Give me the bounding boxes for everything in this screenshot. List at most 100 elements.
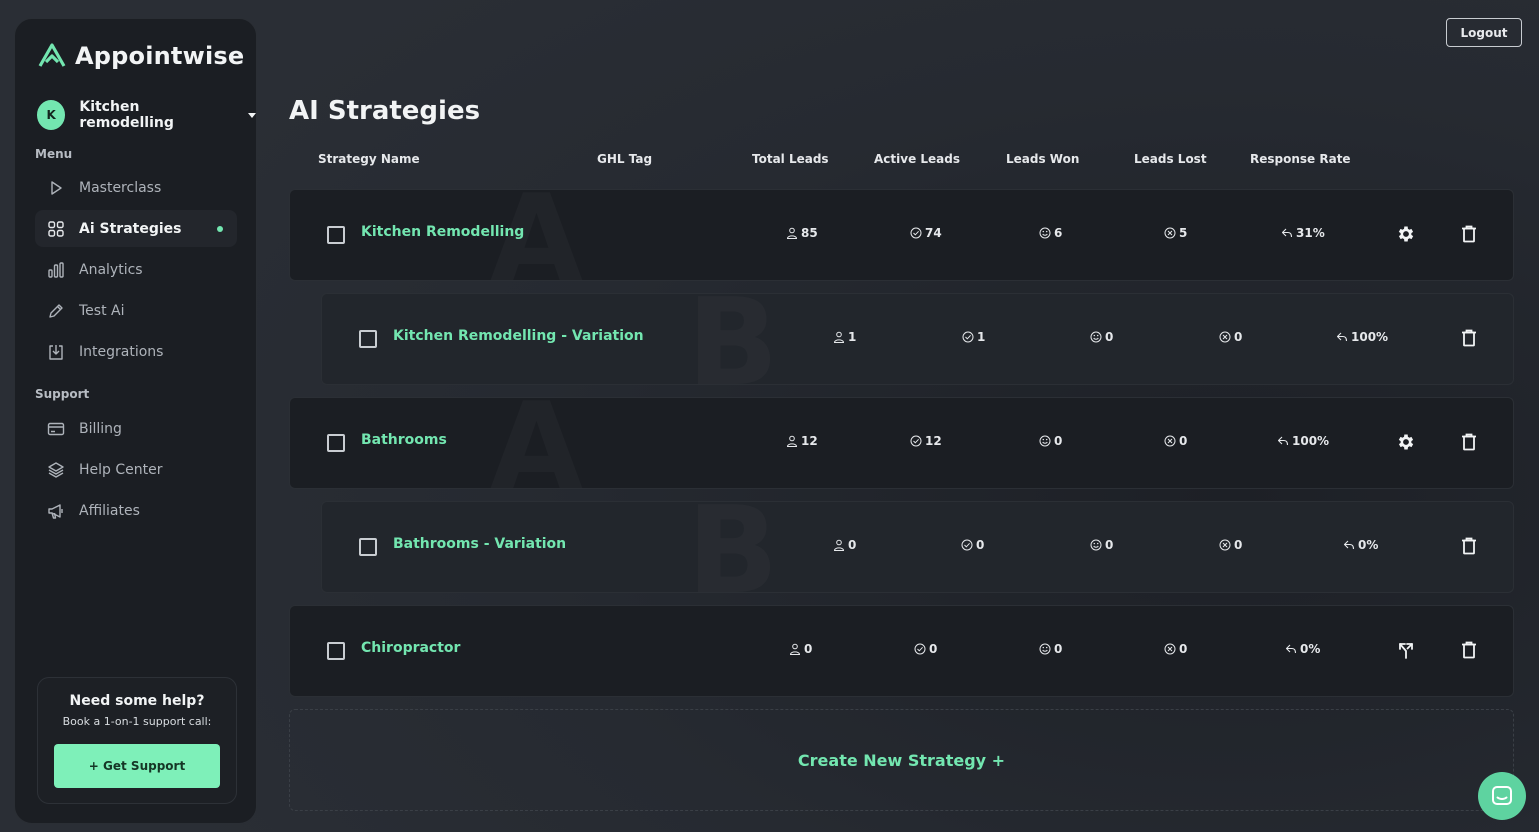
variation-row[interactable]: B Kitchen Remodelling - Variation 1 1 0 … — [321, 293, 1514, 385]
logo[interactable]: Appointwise — [37, 41, 244, 71]
row-checkbox[interactable] — [327, 642, 345, 660]
bar-chart-icon — [48, 261, 64, 278]
response-rate-cell: 31% — [1281, 226, 1325, 240]
sidebar-item-billing[interactable]: Billing — [35, 410, 237, 447]
total-leads-cell: 0 — [789, 642, 812, 656]
active-leads-cell: 74 — [910, 226, 942, 240]
sidebar-item-help-center[interactable]: Help Center — [35, 451, 237, 488]
row-checkbox[interactable] — [327, 226, 345, 244]
active-leads-cell: 0 — [961, 538, 984, 552]
row-checkbox[interactable] — [359, 330, 377, 348]
sidebar-item-masterclass[interactable]: Masterclass — [35, 169, 237, 206]
gear-icon — [1398, 226, 1414, 242]
smile-icon — [1090, 539, 1102, 551]
logo-icon — [38, 43, 66, 67]
leads-lost-cell: 5 — [1164, 226, 1187, 240]
download-icon — [49, 344, 63, 360]
strategy-name-link[interactable]: Kitchen Remodelling — [361, 224, 524, 240]
total-leads-cell: 1 — [833, 330, 856, 344]
strategy-name-link[interactable]: Kitchen Remodelling - Variation — [393, 328, 644, 344]
leads-lost-cell: 0 — [1164, 642, 1187, 656]
response-rate-cell: 0% — [1343, 538, 1378, 552]
delete-button[interactable] — [1458, 535, 1480, 557]
logout-button[interactable]: Logout — [1446, 18, 1522, 47]
strategy-name-link[interactable]: Chiropractor — [361, 640, 460, 656]
column-header-response-rate: Response Rate — [1250, 152, 1351, 166]
reply-icon — [1285, 644, 1297, 654]
settings-button[interactable] — [1395, 223, 1417, 245]
settings-button[interactable] — [1395, 431, 1417, 453]
leads-won-cell: 6 — [1039, 226, 1062, 240]
chevron-down-icon — [248, 112, 256, 118]
variation-row[interactable]: B Bathrooms - Variation 0 0 0 0 0% — [321, 501, 1514, 593]
x-circle-icon — [1164, 643, 1176, 655]
delete-button[interactable] — [1458, 639, 1480, 661]
page-title: AI Strategies — [289, 96, 481, 126]
trash-icon — [1462, 433, 1476, 451]
trash-icon — [1462, 225, 1476, 243]
chat-icon — [1492, 786, 1512, 805]
sidebar-item-ai-strategies[interactable]: Ai Strategies — [35, 210, 237, 247]
split-icon — [1399, 643, 1413, 659]
sidebar-item-affiliates[interactable]: Affiliates — [35, 492, 237, 529]
leads-lost-cell: 0 — [1164, 434, 1187, 448]
create-variation-button[interactable] — [1395, 639, 1417, 661]
strategy-row[interactable]: A Bathrooms 12 12 0 0 100% — [289, 397, 1514, 489]
leads-won-cell: 0 — [1039, 642, 1062, 656]
reply-icon — [1343, 540, 1355, 550]
sidebar-item-integrations[interactable]: Integrations — [35, 333, 237, 370]
pencil-icon — [49, 303, 63, 318]
user-icon — [786, 435, 798, 447]
sidebar-item-label: Help Center — [79, 461, 163, 478]
avatar: K — [37, 100, 66, 130]
strategy-row[interactable]: Chiropractor 0 0 0 0 0% — [289, 605, 1514, 697]
layers-icon — [48, 461, 64, 478]
get-support-button[interactable]: + Get Support — [54, 744, 220, 788]
delete-button[interactable] — [1458, 223, 1480, 245]
credit-card-icon — [47, 422, 65, 435]
user-icon — [789, 643, 801, 655]
reply-icon — [1281, 228, 1293, 238]
leads-won-cell: 0 — [1090, 330, 1113, 344]
sidebar: Appointwise K Kitchen remodelling Menu M… — [14, 18, 257, 824]
strategy-name-link[interactable]: Bathrooms — [361, 432, 447, 448]
delete-button[interactable] — [1458, 431, 1480, 453]
response-rate-cell: 100% — [1277, 434, 1329, 448]
sidebar-item-label: Affiliates — [79, 502, 140, 519]
column-header-active-leads: Active Leads — [874, 152, 961, 166]
total-leads-cell: 12 — [786, 434, 818, 448]
sidebar-item-analytics[interactable]: Analytics — [35, 251, 237, 288]
create-new-strategy-button[interactable]: Create New Strategy + — [289, 709, 1514, 811]
sidebar-item-label: Ai Strategies — [79, 220, 182, 237]
sidebar-item-label: Masterclass — [79, 179, 162, 196]
column-header-ghl-tag: GHL Tag — [597, 152, 653, 166]
strategy-row[interactable]: A Kitchen Remodelling 85 74 6 5 31% — [289, 189, 1514, 281]
leads-lost-cell: 0 — [1219, 330, 1242, 344]
help-card-title: Need some help? — [69, 693, 205, 709]
menu-nav: Masterclass Ai Strategies Analytics Test… — [35, 169, 237, 374]
trash-icon — [1462, 329, 1476, 347]
reply-icon — [1336, 332, 1348, 342]
user-icon — [786, 227, 798, 239]
sidebar-item-label: Integrations — [79, 343, 164, 360]
check-circle-icon — [910, 435, 922, 447]
help-card-subtitle: Book a 1-on-1 support call: — [62, 715, 212, 728]
sidebar-item-label: Analytics — [79, 261, 143, 278]
account-name: Kitchen remodelling — [79, 99, 174, 131]
active-indicator — [217, 225, 223, 232]
row-checkbox[interactable] — [327, 434, 345, 452]
check-circle-icon — [914, 643, 926, 655]
check-circle-icon — [910, 227, 922, 239]
variant-watermark: B — [687, 294, 778, 384]
total-leads-cell: 0 — [833, 538, 856, 552]
app-name: Appointwise — [75, 42, 245, 70]
delete-button[interactable] — [1458, 327, 1480, 349]
sidebar-item-test-ai[interactable]: Test Ai — [35, 292, 237, 329]
row-checkbox[interactable] — [359, 538, 377, 556]
sidebar-item-label: Billing — [79, 420, 122, 437]
chat-launcher-button[interactable] — [1478, 772, 1526, 820]
account-switcher[interactable]: K Kitchen remodelling — [37, 99, 256, 131]
smile-icon — [1039, 435, 1051, 447]
strategy-name-link[interactable]: Bathrooms - Variation — [393, 536, 566, 552]
sidebar-item-label: Test Ai — [79, 302, 125, 319]
